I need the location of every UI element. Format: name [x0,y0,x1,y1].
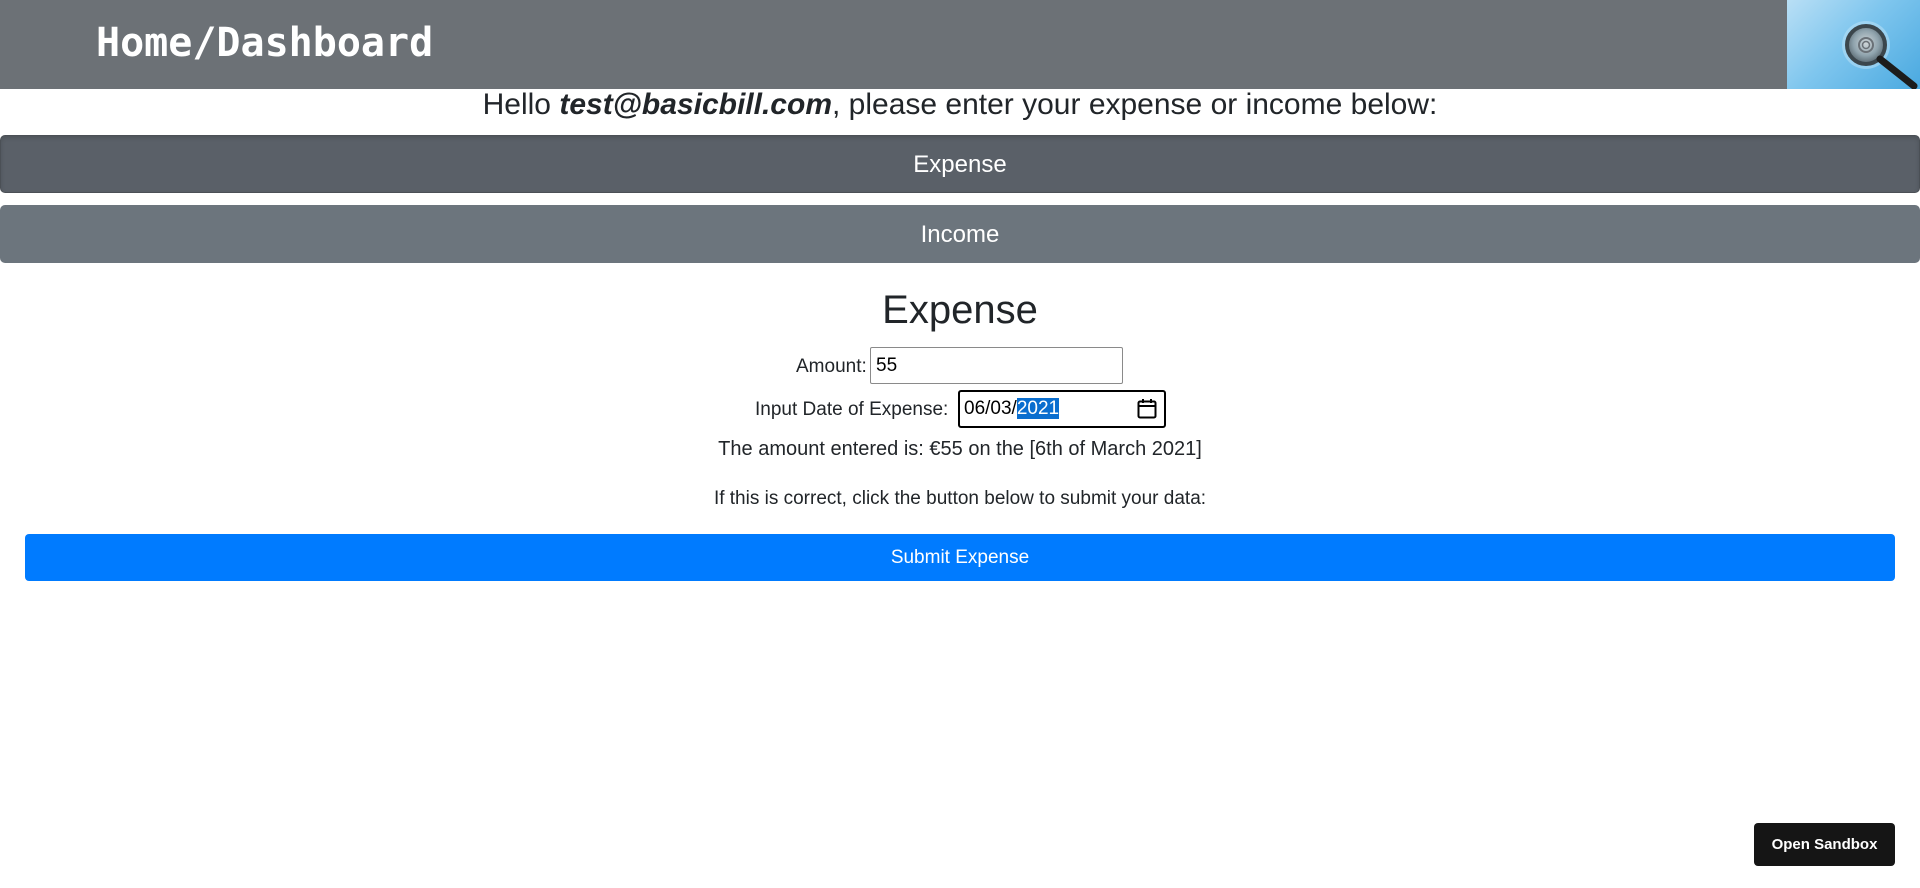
top-header: Home/Dashboard [0,0,1920,89]
section-title: Expense [882,288,1038,332]
submit-expense-button[interactable]: Submit Expense [25,534,1895,581]
magnifier-fingerprint-icon[interactable] [1787,0,1920,89]
open-sandbox-button[interactable]: Open Sandbox [1754,823,1895,866]
date-year-selected: 2021 [1016,398,1060,419]
amount-input[interactable] [870,347,1123,384]
page-title: Home/Dashboard [96,20,434,66]
date-label: Input Date of Expense: [755,399,949,420]
date-value: 06/03/2021 [964,398,1060,420]
date-input[interactable]: 06/03/2021 [958,390,1166,428]
amount-label: Amount: [796,356,867,377]
greeting-suffix: , please enter your expense or income be… [832,88,1438,121]
greeting-text: Hello test@basicbill.com, please enter y… [0,88,1920,122]
date-day-month: 06/03/ [964,398,1017,419]
user-email: test@basicbill.com [559,88,832,121]
expense-tab-button[interactable]: Expense [0,135,1920,193]
income-tab-button[interactable]: Income [0,205,1920,263]
calendar-icon[interactable] [1137,398,1157,420]
submit-instructions: If this is correct, click the button bel… [713,488,1207,509]
amount-summary: The amount entered is: €55 on the [6th o… [718,438,1202,460]
greeting-prefix: Hello [482,88,560,121]
